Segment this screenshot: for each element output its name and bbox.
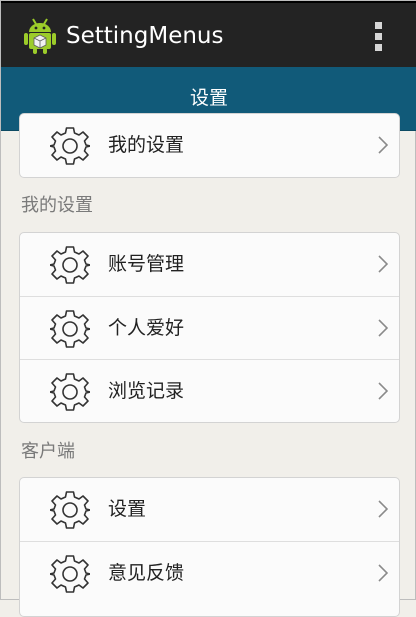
list-item-label: 个人爱好: [108, 317, 185, 339]
chevron-right-icon: [378, 319, 388, 337]
section-header-my-settings: 我的设置: [21, 195, 93, 216]
chevron-right-icon: [378, 255, 388, 273]
gear-icon: [50, 127, 90, 165]
gear-icon: [50, 246, 90, 284]
settings-card-client: 设置 意见反馈: [19, 477, 400, 617]
list-item-feedback[interactable]: 意见反馈: [20, 541, 399, 604]
chevron-right-icon: [378, 564, 388, 582]
settings-card-my-settings: 账号管理 个人爱好 浏览记录: [19, 232, 400, 423]
list-item-label: 浏览记录: [108, 380, 185, 402]
list-item-label: 设置: [108, 498, 147, 520]
section-header-client: 客户端: [21, 441, 75, 462]
list-item-account-management[interactable]: 账号管理: [20, 233, 399, 296]
list-item-label: 我的设置: [108, 134, 185, 156]
chevron-right-icon: [378, 500, 388, 518]
gear-icon: [50, 491, 90, 529]
list-item-my-settings[interactable]: 我的设置: [20, 114, 399, 177]
gear-icon: [50, 373, 90, 411]
gear-icon: [50, 310, 90, 348]
app-title: SettingMenus: [66, 23, 224, 49]
gear-icon: [50, 555, 90, 593]
settings-card-top: 我的设置: [19, 113, 400, 178]
overflow-menu-icon[interactable]: [365, 19, 393, 53]
list-item-label: 意见反馈: [108, 562, 185, 584]
list-item-settings[interactable]: 设置: [20, 478, 399, 541]
list-item-personal-hobbies[interactable]: 个人爱好: [20, 296, 399, 359]
list-item-label: 账号管理: [108, 253, 185, 275]
chevron-right-icon: [378, 382, 388, 400]
android-robot-icon[interactable]: [23, 17, 57, 55]
action-bar: SettingMenus: [1, 3, 416, 67]
chevron-right-icon: [378, 136, 388, 154]
list-item-browsing-history[interactable]: 浏览记录: [20, 359, 399, 422]
